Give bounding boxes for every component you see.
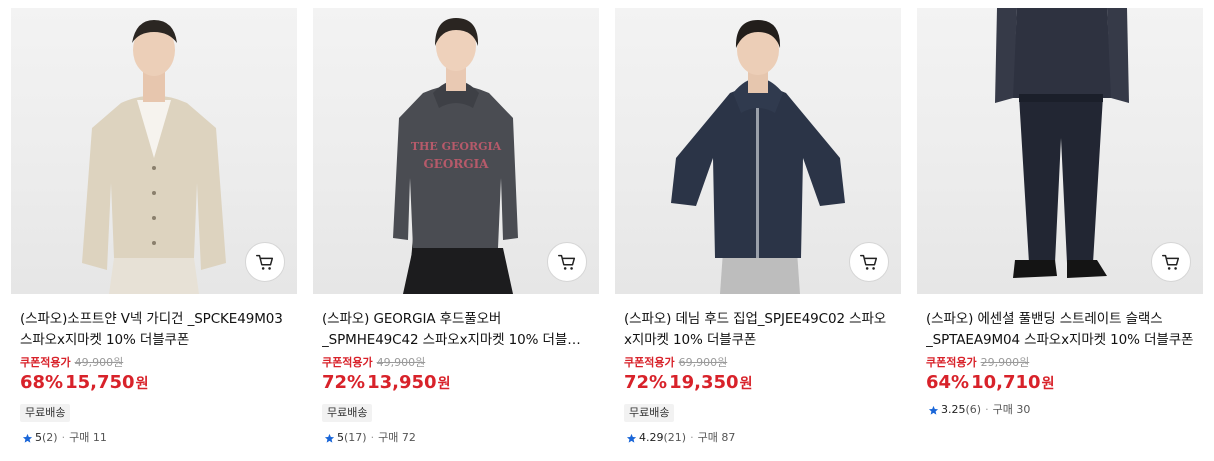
star-icon [928, 405, 939, 415]
review-count: (17) [344, 431, 367, 444]
product-image[interactable] [917, 8, 1203, 294]
discount-rate: 72% [624, 372, 668, 393]
purchase-count: 구매 72 [378, 431, 416, 444]
cart-icon [860, 254, 878, 270]
coupon-price-row: 쿠폰적용가 49,900원 [322, 356, 599, 370]
product-image[interactable] [11, 8, 297, 294]
product-card[interactable]: (스파오)소프트얀 V넥 가디건 _SPCKE49M03 스파오x지마켓 10%… [11, 8, 297, 445]
sale-price: 19,350 [669, 372, 739, 393]
cart-icon [1162, 254, 1180, 270]
sale-price: 15,750 [65, 372, 135, 393]
sale-price-row: 72% 13,950원 [322, 372, 599, 395]
purchase-count: 구매 87 [697, 431, 736, 444]
rating-row: 5 (17) · 구매 72 [324, 431, 599, 445]
product-image[interactable] [615, 8, 901, 294]
sale-price: 13,950 [367, 372, 437, 393]
currency-unit: 원 [437, 376, 451, 392]
review-count: (2) [42, 431, 58, 444]
purchase-count: 구매 11 [69, 431, 107, 444]
currency-unit: 원 [739, 376, 753, 392]
free-shipping-badge: 무료배송 [624, 404, 675, 422]
rating-row: 4.29 (21) · 구매 87 [626, 431, 901, 445]
product-image[interactable]: THE GEORGIA GEORGIA [313, 8, 599, 294]
discount-rate: 72% [322, 372, 366, 393]
original-price: 69,900원 [678, 356, 728, 369]
rating-row: 5 (2) · 구매 11 [22, 431, 297, 445]
original-price: 29,900원 [980, 356, 1030, 369]
purchase-count: 구매 30 [992, 403, 1031, 416]
add-to-cart-button[interactable] [245, 242, 285, 282]
cart-icon [256, 254, 274, 270]
rating-row: 3.25 (6) · 구매 30 [928, 403, 1203, 417]
discount-rate: 68% [20, 372, 64, 393]
original-price: 49,900원 [74, 356, 124, 369]
svg-text:THE GEORGIA: THE GEORGIA [411, 140, 502, 153]
coupon-price-row: 쿠폰적용가 49,900원 [20, 356, 297, 370]
discount-rate: 64% [926, 372, 970, 393]
svg-text:GEORGIA: GEORGIA [424, 157, 490, 171]
coupon-label: 쿠폰적용가 [624, 356, 675, 369]
original-price: 49,900원 [376, 356, 426, 369]
product-card[interactable]: THE GEORGIA GEORGIA (스파오) GEORGIA 후드풀오버 … [313, 8, 599, 445]
coupon-price-row: 쿠폰적용가 29,900원 [926, 356, 1203, 370]
cart-icon [558, 254, 576, 270]
coupon-label: 쿠폰적용가 [926, 356, 977, 369]
product-title[interactable]: (스파오) 데님 후드 집업_SPJEE49C02 스파오x지마켓 10% 더블… [624, 309, 893, 351]
sale-price-row: 68% 15,750원 [20, 372, 297, 395]
product-title[interactable]: (스파오)소프트얀 V넥 가디건 _SPCKE49M03 스파오x지마켓 10%… [20, 309, 289, 351]
currency-unit: 원 [1041, 376, 1055, 392]
separator-dot: · [985, 403, 989, 416]
add-to-cart-button[interactable] [849, 242, 889, 282]
add-to-cart-button[interactable] [547, 242, 587, 282]
review-count: (21) [663, 431, 687, 444]
star-icon [324, 433, 335, 443]
separator-dot: · [61, 431, 66, 444]
free-shipping-badge: 무료배송 [322, 404, 373, 422]
product-grid: (스파오)소프트얀 V넥 가디건 _SPCKE49M03 스파오x지마켓 10%… [0, 0, 1214, 461]
add-to-cart-button[interactable] [1151, 242, 1191, 282]
rating-score: 5 [337, 431, 344, 444]
star-icon [22, 433, 33, 443]
rating-score: 3.25 [941, 403, 966, 416]
star-icon [626, 433, 637, 443]
free-shipping-badge: 무료배송 [20, 404, 71, 422]
product-card[interactable]: (스파오) 데님 후드 집업_SPJEE49C02 스파오x지마켓 10% 더블… [615, 8, 901, 445]
rating-score: 4.29 [639, 431, 664, 444]
coupon-label: 쿠폰적용가 [20, 356, 71, 369]
sale-price-row: 64% 10,710원 [926, 372, 1203, 395]
separator-dot: · [690, 431, 694, 444]
product-title[interactable]: (스파오) 에센셜 풀밴딩 스트레이트 슬랙스 _SPTAEA9M04 스파오x… [926, 309, 1195, 351]
coupon-label: 쿠폰적용가 [322, 356, 373, 369]
rating-score: 5 [35, 431, 42, 444]
coupon-price-row: 쿠폰적용가 69,900원 [624, 356, 901, 370]
product-title[interactable]: (스파오) GEORGIA 후드풀오버 _SPMHE49C42 스파오x지마켓 … [322, 309, 591, 351]
currency-unit: 원 [135, 376, 149, 392]
product-card[interactable]: (스파오) 에센셜 풀밴딩 스트레이트 슬랙스 _SPTAEA9M04 스파오x… [917, 8, 1203, 417]
review-count: (6) [965, 403, 982, 416]
sale-price-row: 72% 19,350원 [624, 372, 901, 395]
separator-dot: · [370, 431, 375, 444]
sale-price: 10,710 [971, 372, 1041, 393]
